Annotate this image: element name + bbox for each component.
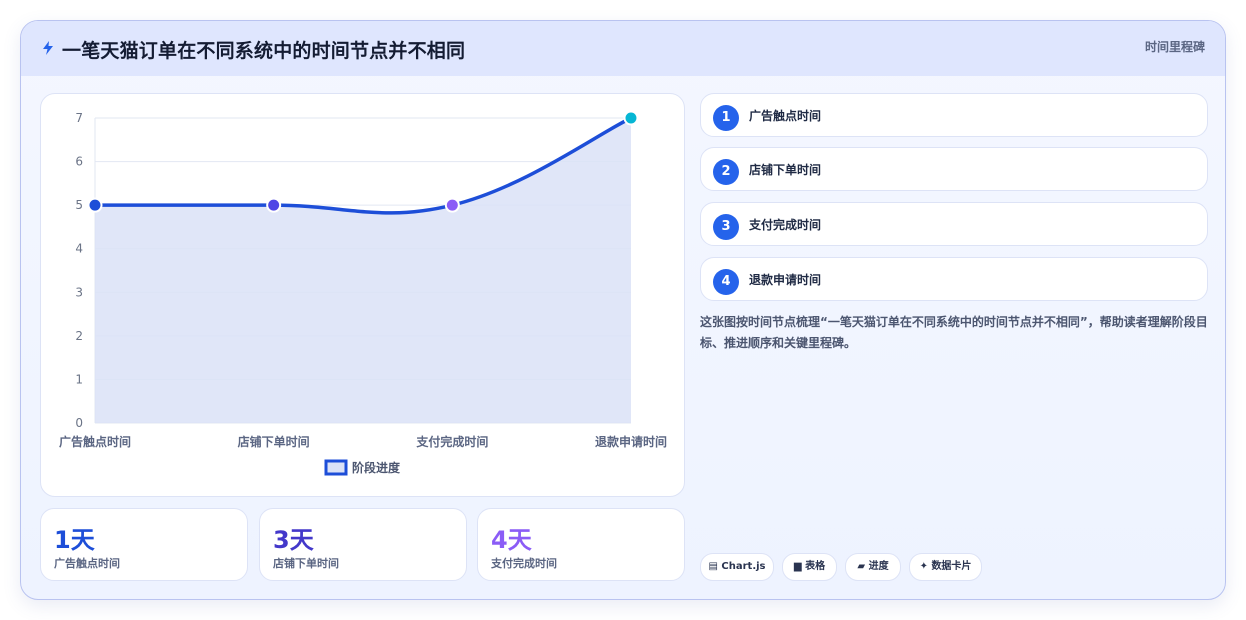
milestone-step: 2 店铺下单时间 (700, 147, 1208, 191)
x-tick-label: 店铺下单时间 (238, 434, 310, 449)
stat-label: 广告触点时间 (54, 557, 120, 570)
step-number-badge: 4 (713, 269, 739, 295)
stat-card: 1天 广告触点时间 (40, 508, 248, 581)
milestone-step: 3 支付完成时间 (700, 202, 1208, 246)
lightning-icon (43, 41, 53, 55)
data-point (87, 197, 103, 213)
step-number-badge: 3 (713, 214, 739, 240)
x-tick-label: 广告触点时间 (59, 434, 131, 449)
data-point (266, 197, 282, 213)
y-tick-label: 6 (75, 155, 83, 169)
step-number-badge: 2 (713, 159, 739, 185)
tag-chartjs[interactable]: ▤ Chart.js (700, 553, 774, 581)
stat-value: 4天 (491, 526, 532, 554)
y-tick-label: 7 (75, 111, 83, 125)
legend-swatch (324, 459, 348, 476)
card-header: 一笔天猫订单在不同系统中的时间节点并不相同 时间里程碑 (21, 21, 1225, 76)
stat-label: 支付完成时间 (491, 557, 557, 570)
chart-icon: ▤ (708, 561, 718, 572)
step-number-badge: 1 (713, 105, 739, 131)
tag-table[interactable]: ▆ 表格 (782, 553, 837, 581)
tag-label: 进度 (868, 561, 889, 572)
tag-data-card[interactable]: ✦ 数据卡片 (909, 553, 982, 581)
y-tick-label: 1 (75, 372, 83, 386)
y-tick-label: 2 (75, 329, 83, 343)
chart-panel: 0 1 2 3 4 5 6 7 广告触点时间 店铺下单时间 支付完成时间 退款申请时间阶段进度 (40, 93, 685, 497)
tag-label: Chart.js (721, 561, 766, 572)
legend-label: 阶段进度 (352, 460, 401, 475)
tag-label: 表格 (805, 561, 826, 572)
page-title: 一笔天猫订单在不同系统中的时间节点并不相同 (62, 40, 466, 62)
header-tag: 时间里程碑 (1144, 40, 1205, 54)
step-label: 退款申请时间 (749, 273, 822, 287)
main-card: 一笔天猫订单在不同系统中的时间节点并不相同 时间里程碑 0 1 2 3 4 5 6 7 广告触点… (20, 20, 1226, 600)
y-tick-label: 5 (75, 198, 83, 212)
x-tick-label: 退款申请时间 (595, 434, 667, 449)
data-point (623, 110, 639, 126)
tag-progress[interactable]: ▰ 进度 (845, 553, 901, 581)
stat-value: 1天 (54, 526, 95, 554)
y-tick-label: 4 (75, 242, 83, 256)
data-point (444, 197, 460, 213)
line-chart: 0 1 2 3 4 5 6 7 广告触点时间 店铺下单时间 支付完成时间 退款申请时间阶段进度 (59, 110, 667, 476)
milestone-step: 4 退款申请时间 (700, 257, 1208, 301)
stat-card: 4天 支付完成时间 (477, 508, 685, 581)
y-tick-label: 0 (75, 416, 83, 430)
stat-card: 3天 店铺下单时间 (259, 508, 467, 581)
step-label: 支付完成时间 (749, 218, 822, 232)
step-label: 店铺下单时间 (749, 163, 822, 177)
y-tick-label: 3 (75, 285, 83, 299)
table-icon: ▆ (793, 561, 802, 572)
tag-label: 数据卡片 (931, 561, 972, 572)
milestone-step: 1 广告触点时间 (700, 93, 1208, 137)
description-text: 这张图按时间节点梳理“一笔天猫订单在不同系统中的时间节点并不相同”，帮助读者理解… (700, 315, 1208, 350)
stat-label: 店铺下单时间 (273, 557, 339, 570)
step-label: 广告触点时间 (749, 109, 822, 123)
stat-value: 3天 (273, 526, 314, 554)
sparkle-icon: ✦ (919, 561, 928, 572)
progress-icon: ▰ (857, 561, 866, 572)
x-tick-label: 支付完成时间 (415, 434, 488, 449)
